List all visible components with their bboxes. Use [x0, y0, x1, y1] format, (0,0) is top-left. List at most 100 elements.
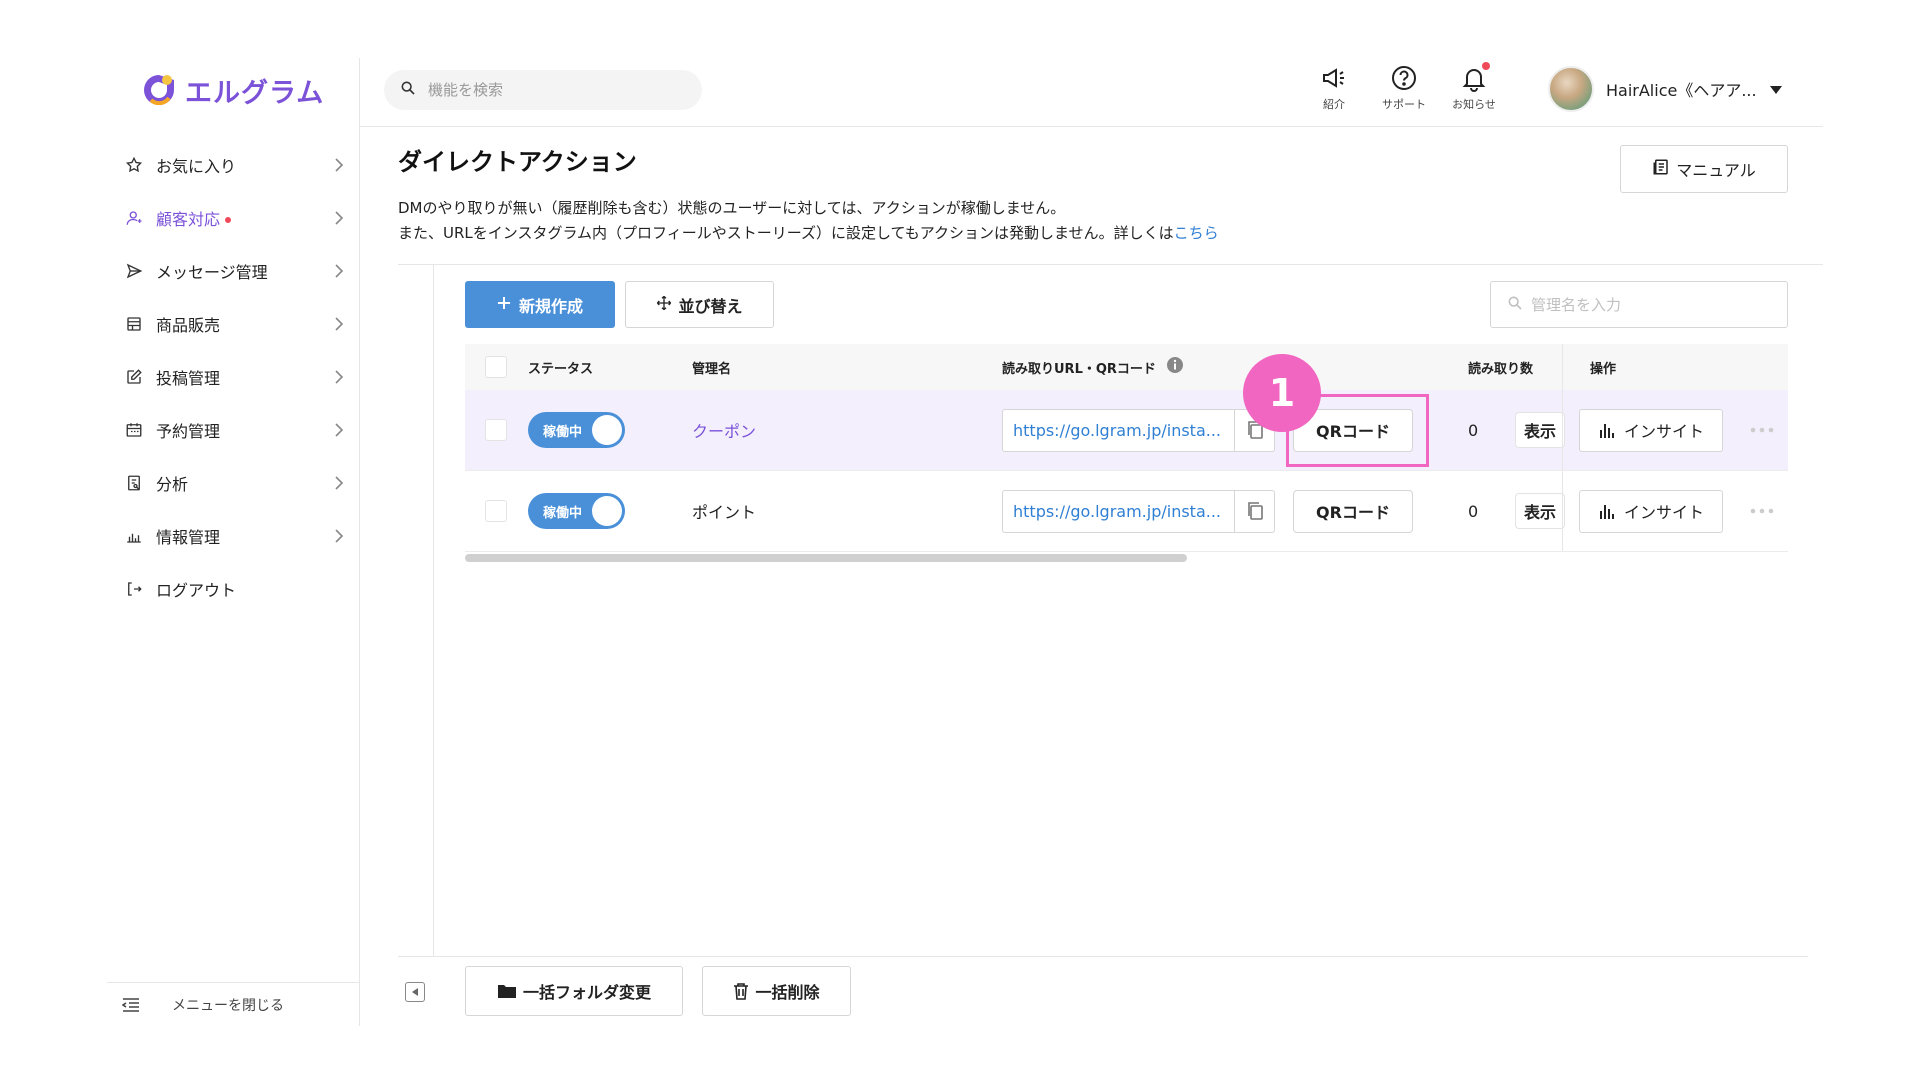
- url-link[interactable]: https://go.lgram.jp/insta...: [1003, 421, 1234, 440]
- sidebar: エルグラム お気に入り 顧客対応 メッセージ管理 商品販売 投稿管理 予約管理 …: [107, 58, 360, 1026]
- help-icon: [1392, 66, 1416, 90]
- reads-count: 0: [1468, 501, 1479, 521]
- more-options-button[interactable]: [1747, 501, 1777, 521]
- more-options-button[interactable]: [1747, 420, 1777, 440]
- move-arrows-icon: [656, 295, 672, 315]
- details-link[interactable]: こちら: [1174, 224, 1219, 242]
- chevron-right-icon: [332, 316, 346, 331]
- url-field: https://go.lgram.jp/insta...: [1002, 408, 1275, 452]
- actions-table: ステータス 管理名 読み取りURL・QRコード 読み取り数 操作 稼働中 クーポ…: [465, 344, 1788, 552]
- sidebar-item-label: 顧客対応: [156, 209, 221, 229]
- sidebar-item-messages[interactable]: メッセージ管理: [107, 244, 360, 297]
- create-new-label: 新規作成: [518, 296, 583, 316]
- sidebar-item-reservations[interactable]: 予約管理: [107, 403, 360, 456]
- sort-button[interactable]: 並び替え: [625, 281, 774, 328]
- caret-down-icon: [1769, 80, 1783, 99]
- header-icons: 紹介 サポート お知らせ: [1310, 62, 1498, 112]
- sidebar-item-logout[interactable]: ログアウト: [107, 562, 360, 615]
- description-line-1: DMのやり取りが無い（履歴削除も含む）状態のユーザーに対しては、アクションが稼働…: [398, 199, 1066, 217]
- copy-url-button[interactable]: [1234, 490, 1274, 532]
- bulk-folder-change-button[interactable]: 一括フォルダ変更: [465, 966, 683, 1016]
- app-logo[interactable]: エルグラム: [141, 70, 324, 110]
- action-name-link[interactable]: クーポン: [692, 418, 756, 442]
- book-icon: [1652, 158, 1670, 180]
- sidebar-item-label: 投稿管理: [156, 368, 221, 388]
- action-name[interactable]: ポイント: [692, 499, 756, 523]
- ops-divider: [1562, 471, 1563, 551]
- menu-collapse-icon: [122, 997, 142, 1013]
- table-row: 稼働中 クーポン https://go.lgram.jp/insta... QR…: [465, 390, 1788, 471]
- manual-button[interactable]: マニュアル: [1620, 145, 1788, 193]
- ops-divider: [1562, 390, 1563, 470]
- show-reads-button[interactable]: 表示: [1515, 412, 1565, 448]
- close-menu-label: メニューを閉じる: [172, 997, 284, 1014]
- url-link[interactable]: https://go.lgram.jp/insta...: [1003, 502, 1234, 521]
- support-button[interactable]: サポート: [1380, 64, 1428, 112]
- bulk-delete-label: 一括削除: [755, 983, 820, 1002]
- header-name: 管理名: [692, 361, 732, 377]
- page-description: DMのやり取りが無い（履歴削除も含む）状態のユーザーに対しては、アクションが稼働…: [398, 196, 1219, 246]
- edit-icon: [124, 367, 144, 387]
- search-input[interactable]: [428, 81, 678, 99]
- sidebar-item-favorites[interactable]: お気に入り: [107, 138, 360, 191]
- sidebar-item-label: メッセージ管理: [156, 262, 268, 282]
- caret-left-icon: [412, 988, 418, 996]
- notifications-button[interactable]: お知らせ: [1450, 62, 1498, 112]
- url-field: https://go.lgram.jp/insta...: [1002, 489, 1275, 533]
- sidebar-item-info[interactable]: 情報管理: [107, 509, 360, 562]
- person-icon: [124, 208, 144, 228]
- row-checkbox[interactable]: [485, 419, 507, 441]
- insight-label: インサイト: [1623, 422, 1704, 441]
- table-header: ステータス 管理名 読み取りURL・QRコード 読み取り数 操作: [465, 344, 1788, 390]
- sidebar-item-label: ログアウト: [156, 580, 237, 600]
- sidebar-item-analytics[interactable]: 分析: [107, 456, 360, 509]
- close-menu-button[interactable]: メニューを閉じる: [107, 982, 360, 1026]
- sidebar-item-customer[interactable]: 顧客対応: [107, 191, 360, 244]
- status-label: 稼働中: [543, 506, 583, 521]
- sidebar-item-label: お気に入り: [156, 156, 237, 176]
- logo-text: エルグラム: [185, 77, 325, 109]
- chevron-right-icon: [332, 210, 346, 225]
- status-toggle[interactable]: 稼働中: [528, 493, 625, 529]
- name-filter-input[interactable]: [1531, 295, 1771, 314]
- annotation-badge: 1: [1243, 354, 1321, 432]
- status-toggle[interactable]: 稼働中: [528, 412, 625, 448]
- avatar: [1548, 66, 1594, 112]
- calendar-icon: [124, 420, 144, 440]
- toggle-knob: [592, 415, 622, 445]
- sidebar-item-sales[interactable]: 商品販売: [107, 297, 360, 350]
- bulk-folder-label: 一括フォルダ変更: [522, 983, 651, 1002]
- info-icon[interactable]: [1166, 356, 1184, 378]
- sort-label: 並び替え: [678, 296, 743, 316]
- chevron-right-icon: [332, 369, 346, 384]
- search-icon: [400, 80, 416, 100]
- select-all-checkbox[interactable]: [485, 356, 507, 378]
- scrollbar-thumb[interactable]: [465, 554, 1187, 562]
- show-reads-button[interactable]: 表示: [1515, 493, 1565, 529]
- manual-label: マニュアル: [1676, 161, 1756, 180]
- collapse-panel-button[interactable]: [405, 982, 425, 1002]
- sidebar-item-posts[interactable]: 投稿管理: [107, 350, 360, 403]
- qr-code-button[interactable]: QRコード: [1293, 489, 1413, 533]
- more-horizontal-icon: [1750, 427, 1774, 433]
- chevron-right-icon: [332, 157, 346, 172]
- row-checkbox[interactable]: [485, 500, 507, 522]
- name-filter[interactable]: [1490, 281, 1788, 328]
- chevron-right-icon: [332, 475, 346, 490]
- megaphone-icon: [1323, 68, 1344, 88]
- insight-button[interactable]: インサイト: [1579, 408, 1723, 452]
- referral-button[interactable]: 紹介: [1310, 64, 1358, 112]
- referral-label: 紹介: [1323, 98, 1345, 111]
- bar-chart-icon: [1599, 505, 1614, 519]
- account-menu[interactable]: HairAlice《ヘアア...: [1548, 66, 1783, 112]
- bulk-delete-button[interactable]: 一括削除: [702, 966, 851, 1016]
- footer-divider: [398, 956, 1808, 957]
- reads-count: 0: [1468, 420, 1479, 440]
- chevron-right-icon: [332, 263, 346, 278]
- header-status: ステータス: [528, 361, 594, 377]
- insight-button[interactable]: インサイト: [1579, 489, 1723, 533]
- create-new-button[interactable]: 新規作成: [465, 281, 615, 328]
- horizontal-scrollbar[interactable]: [465, 554, 1788, 562]
- copy-icon: [1247, 502, 1263, 520]
- feature-search[interactable]: [384, 70, 702, 110]
